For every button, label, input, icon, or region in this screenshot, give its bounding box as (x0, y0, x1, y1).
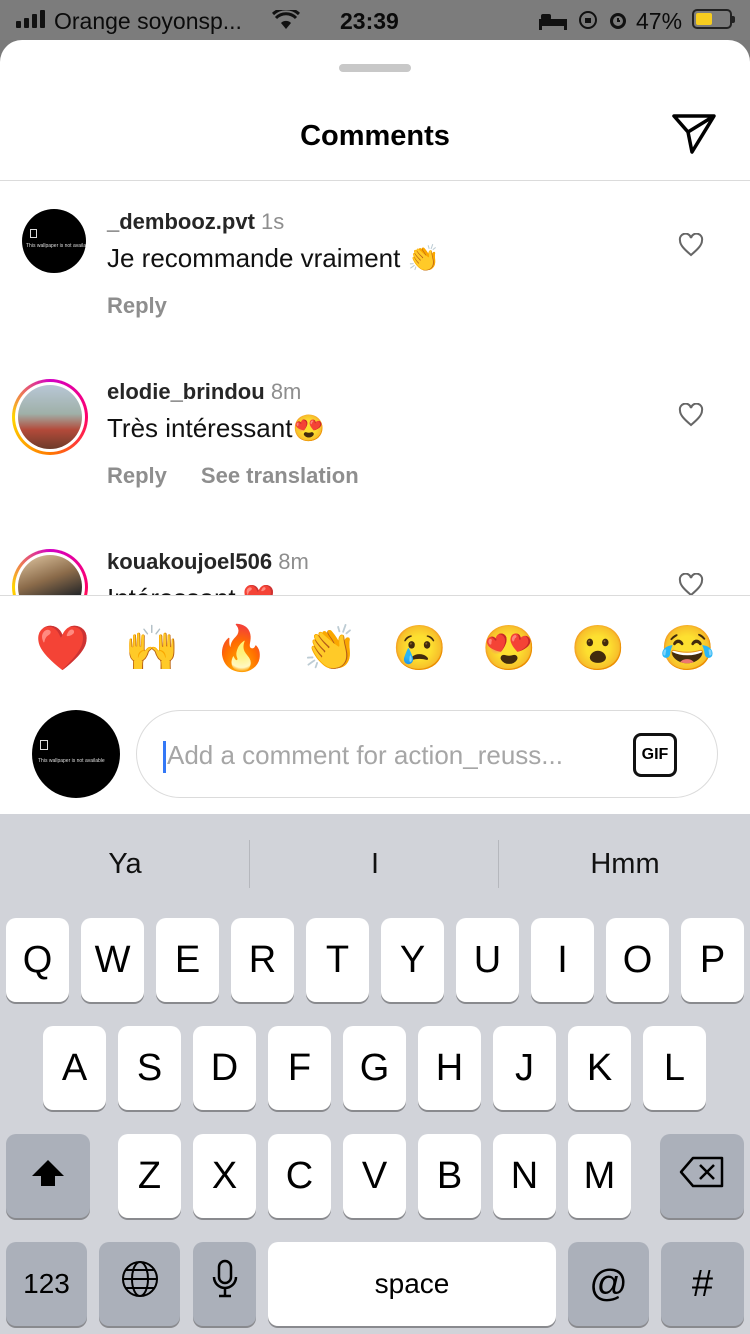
key-x[interactable]: X (193, 1134, 256, 1218)
text-caret (163, 741, 166, 773)
key-u[interactable]: U (456, 918, 519, 1002)
paper-plane-icon[interactable] (670, 112, 718, 161)
key-t[interactable]: T (306, 918, 369, 1002)
key-c[interactable]: C (268, 1134, 331, 1218)
suggestion-item[interactable]: Hmm (500, 840, 750, 888)
key-p[interactable]: P (681, 918, 744, 1002)
comment-item: This wallpaper is not available _dembooz… (0, 181, 750, 351)
orientation-lock-icon (578, 9, 598, 36)
status-bar: Orange soyonsp... 23:39 47% (0, 0, 750, 40)
key-l[interactable]: L (643, 1026, 706, 1110)
globe-icon (120, 1259, 160, 1309)
comment-author[interactable]: _dembooz.pvt 1s (107, 209, 284, 235)
key-o[interactable]: O (606, 918, 669, 1002)
alarm-icon (608, 9, 628, 36)
comments-list[interactable]: This wallpaper is not available _dembooz… (0, 181, 750, 595)
comment-text: Très intéressant😍 (107, 413, 325, 443)
key-n[interactable]: N (493, 1134, 556, 1218)
avatar-caption: This wallpaper is not available (38, 758, 105, 764)
hash-key[interactable]: # (661, 1242, 744, 1326)
key-k[interactable]: K (568, 1026, 631, 1110)
see-translation-button[interactable]: See translation (201, 463, 359, 489)
key-w[interactable]: W (81, 918, 144, 1002)
battery-percent: 47% (636, 8, 683, 34)
key-y[interactable]: Y (381, 918, 444, 1002)
reply-button[interactable]: Reply (107, 463, 167, 489)
microphone-icon (212, 1259, 238, 1309)
key-q[interactable]: Q (6, 918, 69, 1002)
gif-button[interactable]: GIF (633, 733, 677, 777)
at-key[interactable]: @ (568, 1242, 649, 1326)
reactions-divider (0, 595, 750, 596)
globe-key[interactable] (99, 1242, 180, 1326)
key-s[interactable]: S (118, 1026, 181, 1110)
space-key[interactable]: space (268, 1242, 556, 1326)
reaction-fire[interactable]: 🔥 (197, 622, 286, 674)
quick-reactions: ❤️ 🙌 🔥 👏 😢 😍 😮 😂 (18, 622, 732, 674)
comment-author[interactable]: kouakoujoel506 8m (107, 549, 309, 575)
signal-icon (16, 10, 45, 28)
reaction-crying[interactable]: 😢 (375, 622, 464, 674)
key-b[interactable]: B (418, 1134, 481, 1218)
backspace-icon (679, 1155, 725, 1198)
key-g[interactable]: G (343, 1026, 406, 1110)
key-z[interactable]: Z (118, 1134, 181, 1218)
shift-key[interactable] (6, 1134, 90, 1218)
shift-icon (30, 1155, 66, 1198)
key-e[interactable]: E (156, 918, 219, 1002)
reaction-laughing[interactable]: 😂 (643, 622, 732, 674)
avatar-caption: This wallpaper is not available (26, 243, 86, 249)
reaction-raised-hands[interactable]: 🙌 (107, 622, 196, 674)
key-d[interactable]: D (193, 1026, 256, 1110)
heart-icon[interactable] (678, 232, 704, 262)
key-m[interactable]: M (568, 1134, 631, 1218)
key-a[interactable]: A (43, 1026, 106, 1110)
clock: 23:39 (340, 8, 399, 34)
numbers-key[interactable]: 123 (6, 1242, 87, 1326)
bed-icon (538, 9, 568, 36)
avatar[interactable] (12, 379, 88, 455)
reaction-surprised[interactable]: 😮 (554, 622, 643, 674)
reaction-clap[interactable]: 👏 (286, 622, 375, 674)
heart-icon[interactable] (678, 402, 704, 432)
comment-item: elodie_brindou 8m Très intéressant😍 Repl… (0, 351, 750, 521)
comment-composer[interactable]: GIF (136, 710, 718, 798)
current-user-avatar: This wallpaper is not available (32, 710, 120, 798)
heart-icon[interactable] (678, 572, 704, 595)
comment-text: Intéressant ❤️ (107, 583, 275, 595)
key-h[interactable]: H (418, 1026, 481, 1110)
dictation-key[interactable] (193, 1242, 256, 1326)
sheet-grabber[interactable] (339, 64, 411, 72)
reply-button[interactable]: Reply (107, 293, 167, 319)
avatar[interactable] (12, 549, 88, 595)
key-j[interactable]: J (493, 1026, 556, 1110)
suggestion-item[interactable]: Ya (0, 840, 250, 888)
suggestion-item[interactable]: I (250, 840, 500, 888)
keyboard: Ya I Hmm Q W E R T Y U I O P A S D F G H… (0, 814, 750, 1334)
comment-item: kouakoujoel506 8m Intéressant ❤️ (0, 521, 750, 595)
battery-icon (692, 9, 735, 29)
comment-input[interactable] (167, 733, 617, 777)
reaction-heart-eyes[interactable]: 😍 (464, 622, 553, 674)
key-i[interactable]: I (531, 918, 594, 1002)
key-r[interactable]: R (231, 918, 294, 1002)
carrier-name: Orange soyonsp... (54, 8, 242, 34)
comment-author[interactable]: elodie_brindou 8m (107, 379, 301, 405)
predictive-bar: Ya I Hmm (0, 840, 750, 888)
key-f[interactable]: F (268, 1026, 331, 1110)
key-v[interactable]: V (343, 1134, 406, 1218)
wifi-icon (271, 7, 301, 36)
reaction-heart[interactable]: ❤️ (18, 622, 107, 674)
comment-text: Je recommande vraiment 👏 (107, 243, 440, 273)
backspace-key[interactable] (660, 1134, 744, 1218)
sheet-title: Comments (300, 120, 450, 152)
avatar[interactable]: This wallpaper is not available (22, 209, 86, 273)
comments-sheet: Comments This wallpaper is not available… (0, 40, 750, 814)
